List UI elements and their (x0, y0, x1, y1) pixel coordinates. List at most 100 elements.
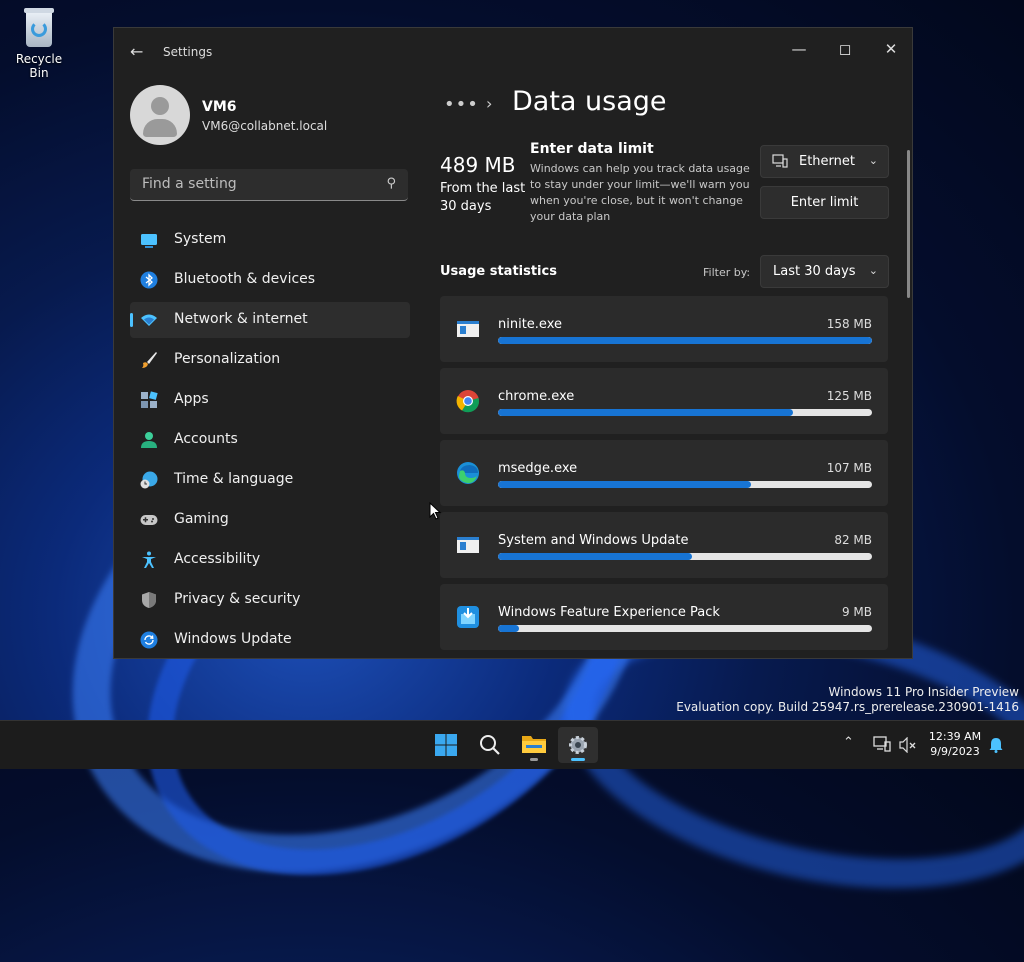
close-icon[interactable]: ✕ (868, 34, 912, 64)
edge-icon (457, 462, 479, 484)
accounts-icon (141, 432, 157, 448)
filter-dropdown[interactable]: Last 30 days ⌄ (760, 255, 889, 288)
taskbar-clock[interactable]: 12:39 AM 9/9/2023 (920, 729, 990, 759)
back-arrow-icon[interactable]: ← (130, 42, 143, 61)
start-button[interactable] (426, 727, 466, 763)
app-usage-item[interactable]: msedge.exe 107 MB (440, 440, 888, 506)
recycle-bin-icon (22, 8, 56, 48)
enter-limit-button[interactable]: Enter limit (760, 186, 889, 219)
sidebar-item-network[interactable]: Network & internet (130, 302, 410, 338)
windows-logo-icon (435, 734, 457, 756)
sidebar-item-gaming[interactable]: Gaming (130, 502, 410, 538)
adapter-dropdown[interactable]: Ethernet ⌄ (760, 145, 889, 178)
user-name: VM6 (202, 99, 237, 115)
usage-bar-fill (498, 553, 693, 560)
notification-bell-icon[interactable] (989, 737, 1003, 753)
gear-icon (569, 736, 587, 754)
search-icon[interactable]: ⚲ (386, 176, 396, 191)
sidebar-item-privacy-security[interactable]: Privacy & security (130, 582, 410, 618)
data-limit-description: Windows can help you track data usage to… (530, 162, 750, 223)
settings-window: ← Settings — ◻ ✕ VM6 VM6@collabnet.local… (113, 27, 913, 659)
avatar[interactable] (130, 85, 190, 145)
sidebar-item-accessibility[interactable]: Accessibility (130, 542, 410, 578)
sidebar-item-time-language[interactable]: Time & language (130, 462, 410, 498)
taskbar: ⌃ 12:39 AM 9/9/2023 (0, 720, 1024, 769)
recycle-bin-shortcut[interactable]: Recycle Bin (6, 8, 72, 80)
usage-bar (498, 409, 872, 416)
running-indicator (530, 758, 538, 761)
search-input[interactable] (140, 175, 374, 193)
usage-bar (498, 625, 872, 632)
usage-statistics-heading: Usage statistics (440, 264, 557, 279)
chevron-down-icon: ⌄ (868, 264, 878, 277)
title-bar: ← Settings — ◻ ✕ (114, 28, 912, 74)
usage-bar-fill (498, 481, 752, 488)
chrome-icon (456, 390, 480, 413)
app-size: 107 MB (826, 461, 872, 475)
app-usage-item[interactable]: Windows Feature Experience Pack 9 MB (440, 584, 888, 650)
watermark-line: Evaluation copy. Build 25947.rs_prerelea… (676, 700, 1019, 714)
usage-bar (498, 337, 872, 344)
search-box[interactable]: ⚲ (130, 169, 408, 201)
sidebar-item-label: Accessibility (174, 551, 261, 567)
total-usage: 489 MB (440, 153, 516, 177)
bluetooth-icon (140, 271, 158, 289)
clock-time: 12:39 AM (928, 730, 982, 743)
mouse-cursor-icon (429, 502, 441, 520)
search-icon (480, 735, 500, 755)
volume-muted-icon[interactable] (899, 737, 917, 753)
sidebar-item-accounts[interactable]: Accounts (130, 422, 410, 458)
app-size: 82 MB (834, 533, 872, 547)
maximize-icon[interactable]: ◻ (822, 34, 868, 64)
settings-taskbar-button[interactable] (558, 727, 598, 763)
data-limit-heading: Enter data limit (530, 141, 654, 157)
sidebar-item-system[interactable]: System (130, 222, 410, 258)
sidebar-item-bluetooth[interactable]: Bluetooth & devices (130, 262, 410, 298)
update-icon (140, 631, 158, 649)
app-name: msedge.exe (498, 461, 578, 476)
evaluation-watermark: Windows 11 Pro Insider Preview Evaluatio… (676, 685, 1019, 715)
system-icon (141, 234, 157, 248)
ethernet-icon (772, 154, 788, 168)
user-email: VM6@collabnet.local (202, 119, 328, 133)
wifi-icon (141, 314, 157, 326)
app-size: 125 MB (826, 389, 872, 403)
usage-bar (498, 481, 872, 488)
network-tray-icon[interactable] (873, 736, 891, 752)
gamepad-icon (140, 515, 158, 525)
apps-icon (141, 391, 158, 408)
minimize-icon[interactable]: — (776, 34, 822, 64)
sidebar-nav: System Bluetooth & devices Network & int… (130, 222, 410, 658)
app-usage-list: ninite.exe 158 MB chrome.exe 125 MB msed… (440, 296, 888, 656)
sidebar-item-label: Gaming (174, 511, 229, 527)
brush-icon (142, 352, 157, 368)
show-hidden-icons-button[interactable]: ⌃ (843, 735, 854, 750)
file-explorer-button[interactable] (514, 727, 554, 763)
breadcrumb-more-button[interactable]: ••• (444, 94, 479, 115)
search-button[interactable] (470, 727, 510, 763)
clock-date: 9/9/2023 (930, 745, 980, 758)
folder-icon (522, 736, 546, 753)
running-indicator (571, 758, 585, 761)
app-window-icon (457, 537, 479, 553)
sidebar-item-label: Network & internet (174, 311, 308, 327)
breadcrumb-separator: › (486, 94, 493, 113)
sidebar-item-label: Accounts (174, 431, 238, 447)
usage-bar-fill (498, 337, 872, 344)
recycle-bin-label: Recycle Bin (15, 52, 63, 80)
app-usage-item[interactable]: System and Windows Update 82 MB (440, 512, 888, 578)
sidebar-item-windows-update[interactable]: Windows Update (130, 622, 410, 658)
sidebar-item-personalization[interactable]: Personalization (130, 342, 410, 378)
app-name: ninite.exe (498, 317, 562, 332)
app-name: Windows Feature Experience Pack (498, 605, 720, 620)
sidebar-item-apps[interactable]: Apps (130, 382, 410, 418)
app-name: System and Windows Update (498, 533, 689, 548)
usage-bar (498, 553, 872, 560)
sidebar-item-label: System (174, 231, 227, 247)
window-title: Settings (163, 45, 213, 59)
sidebar-item-label: Time & language (174, 471, 294, 487)
app-usage-item[interactable]: ninite.exe 158 MB (440, 296, 888, 362)
page-title: Data usage (512, 86, 667, 117)
scrollbar-thumb[interactable] (907, 150, 910, 298)
app-usage-item[interactable]: chrome.exe 125 MB (440, 368, 888, 434)
